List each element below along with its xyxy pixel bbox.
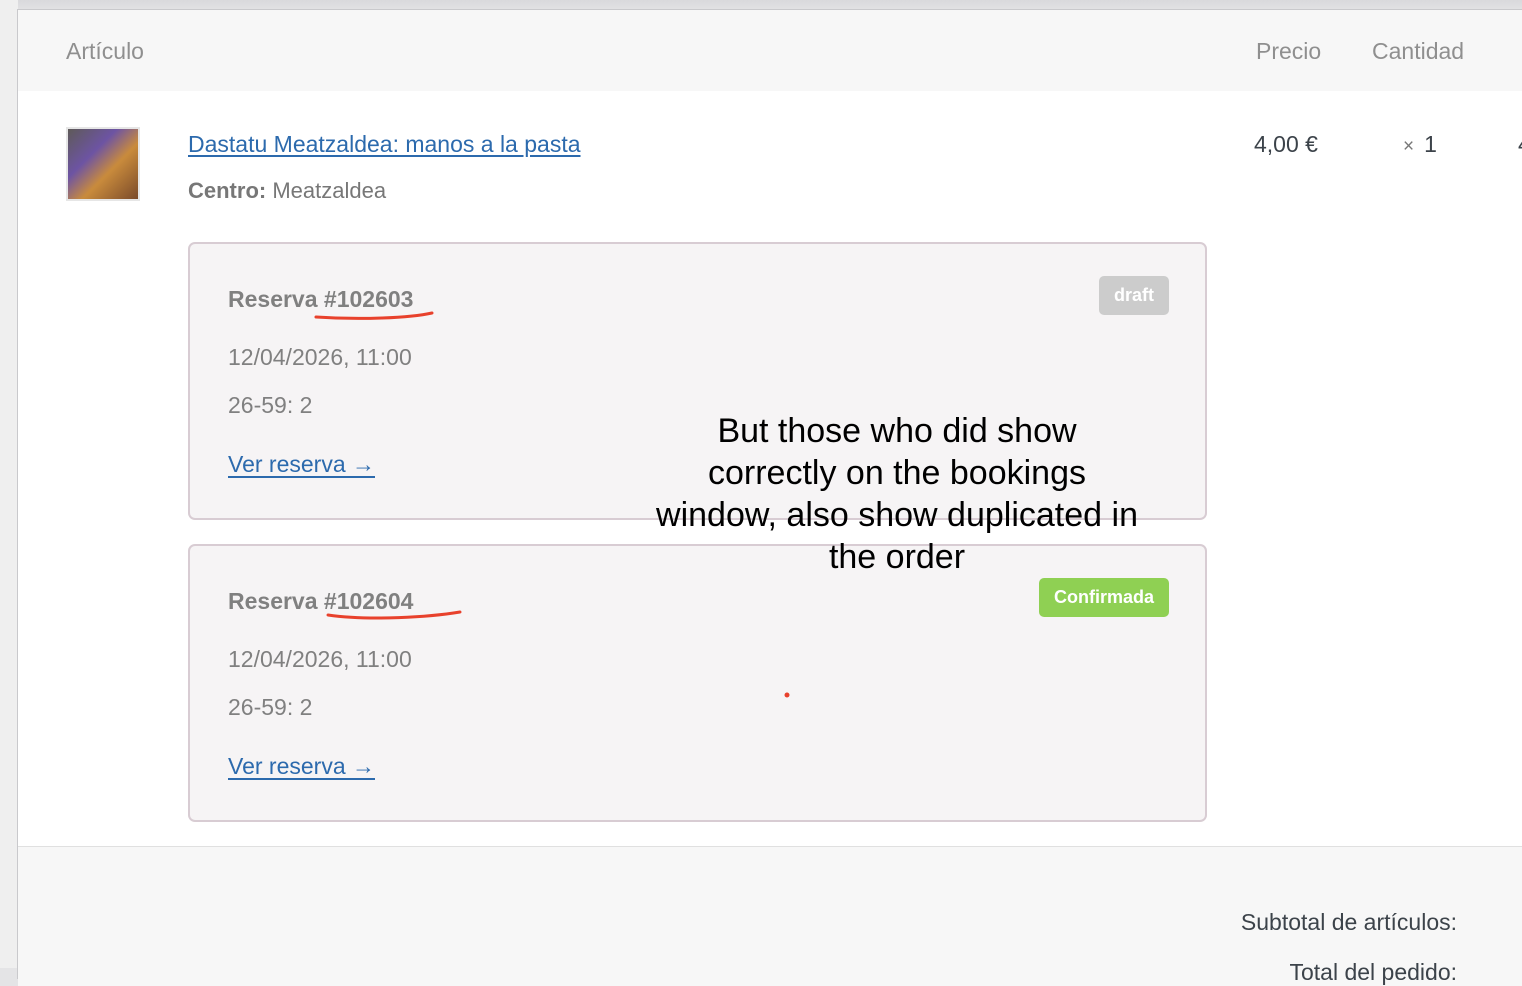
product-thumbnail[interactable] bbox=[66, 127, 140, 201]
booking-quantity: 26-59: 2 bbox=[228, 694, 313, 720]
left-margin bbox=[0, 0, 18, 968]
meta-label: Centro: bbox=[188, 178, 267, 203]
total-label: Total del pedido: bbox=[1289, 959, 1457, 985]
header-item: Artículo bbox=[66, 38, 144, 64]
status-badge: draft bbox=[1099, 276, 1169, 315]
subtotal-label: Subtotal de artículos: bbox=[1240, 909, 1457, 935]
booking-title: Reserva #102603 bbox=[228, 286, 414, 312]
product-meta: Centro: Meatzaldea bbox=[188, 178, 386, 204]
booking-title: Reserva #102604 bbox=[228, 588, 414, 614]
meta-value: Meatzaldea bbox=[272, 178, 387, 203]
order-totals: Subtotal de artículos: Total del pedido: bbox=[18, 846, 1522, 986]
header-quantity: Cantidad bbox=[1372, 38, 1465, 64]
item-total: 4 bbox=[1518, 131, 1522, 158]
booking-date: 12/04/2026, 11:00 bbox=[228, 646, 412, 672]
booking-card: Reserva #102604 Confirmada 12/04/2026, 1… bbox=[188, 544, 1207, 822]
times-icon: × bbox=[1403, 136, 1415, 157]
table-header: Artículo Precio Cantidad bbox=[18, 10, 1522, 91]
view-booking-link[interactable]: Ver reserva → bbox=[228, 753, 375, 780]
item-quantity: × 1 bbox=[1403, 131, 1437, 158]
view-booking-link[interactable]: Ver reserva → bbox=[228, 451, 375, 478]
status-badge: Confirmada bbox=[1038, 578, 1169, 617]
product-link[interactable]: Dastatu Meatzaldea: manos a la pasta bbox=[188, 131, 581, 158]
booking-date: 12/04/2026, 11:00 bbox=[228, 344, 412, 370]
qty-value: 1 bbox=[1424, 131, 1437, 157]
booking-quantity: 26-59: 2 bbox=[228, 392, 313, 418]
item-price: 4,00 € bbox=[1254, 131, 1318, 157]
header-price: Precio bbox=[1256, 38, 1322, 64]
annotation-text: But those who did show correctly on the … bbox=[656, 412, 1138, 576]
